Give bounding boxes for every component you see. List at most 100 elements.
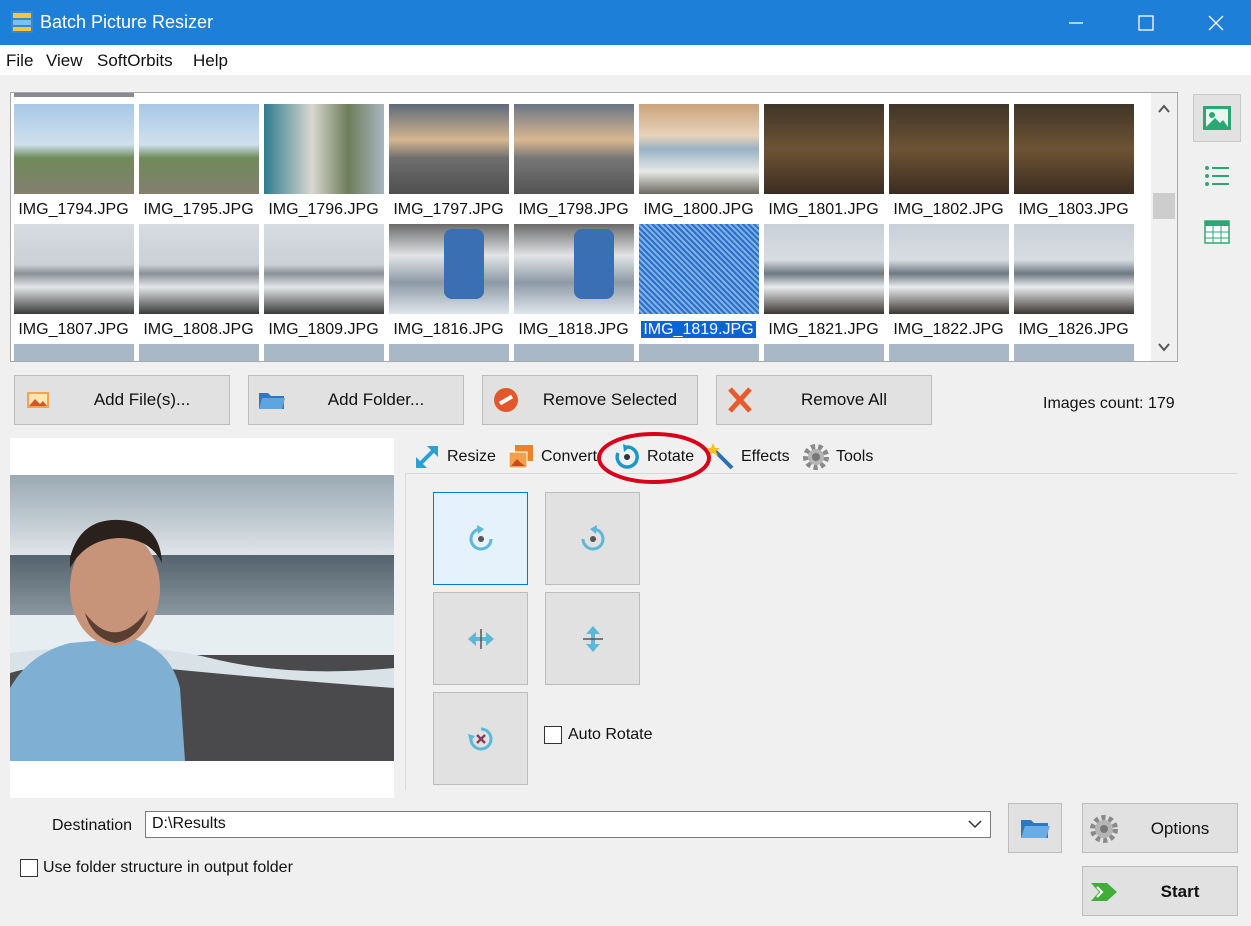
convert-icon xyxy=(508,445,533,469)
thumbnail-image[interactable] xyxy=(889,224,1009,314)
thumbnail-image[interactable] xyxy=(1014,344,1134,361)
tab-tools[interactable]: Tools xyxy=(802,440,873,474)
thumbnail-image[interactable] xyxy=(764,344,884,361)
thumbnail-image[interactable] xyxy=(14,344,134,361)
minimize-icon xyxy=(1069,21,1083,24)
menu-softorbits[interactable]: SoftOrbits xyxy=(97,51,173,71)
browse-folder-button[interactable] xyxy=(1008,803,1062,853)
menu-bar: File View SoftOrbits Help xyxy=(0,45,1251,75)
maximize-button[interactable] xyxy=(1111,0,1181,45)
thumbnail-label[interactable]: IMG_1808.JPG xyxy=(136,321,261,339)
images-count: Images count: 179 xyxy=(1043,395,1175,412)
add-folder-button[interactable]: Add Folder... xyxy=(248,375,464,425)
thumbnail-label[interactable]: IMG_1794.JPG xyxy=(11,201,136,219)
thumbnail-image[interactable] xyxy=(264,224,384,314)
flip-vertical-button[interactable] xyxy=(545,592,640,685)
menu-view[interactable]: View xyxy=(46,51,83,71)
start-button[interactable]: Start xyxy=(1082,866,1238,916)
thumbnail-image[interactable] xyxy=(764,104,884,194)
thumbnail-scrollbar[interactable] xyxy=(1151,93,1177,361)
thumbnail-image[interactable] xyxy=(139,104,259,194)
folder-icon xyxy=(259,393,285,409)
table-view-button[interactable] xyxy=(1193,208,1241,256)
flip-horizontal-icon xyxy=(467,628,494,649)
flip-horizontal-button[interactable] xyxy=(433,592,528,685)
tab-convert[interactable]: Convert xyxy=(507,440,597,474)
thumbnail-image[interactable] xyxy=(514,104,634,194)
destination-field[interactable]: D:\Results xyxy=(145,811,991,838)
rotate-reset-icon xyxy=(467,727,492,750)
thumbnail-image[interactable] xyxy=(389,344,509,361)
thumbnail-label-selected[interactable]: IMG_1819.JPG xyxy=(636,320,761,339)
options-button[interactable]: Options xyxy=(1082,803,1238,853)
thumbnail-label[interactable]: IMG_1807.JPG xyxy=(11,321,136,339)
thumbnail-label[interactable]: IMG_1797.JPG xyxy=(386,201,511,219)
rotate-right-button[interactable] xyxy=(545,492,640,585)
tab-resize[interactable]: Resize xyxy=(413,440,496,474)
thumbnail-label[interactable]: IMG_1809.JPG xyxy=(261,321,386,339)
scroll-up-icon[interactable] xyxy=(1156,101,1172,117)
thumbnail-label[interactable]: IMG_1802.JPG xyxy=(886,201,1011,219)
thumbnail-image[interactable] xyxy=(1014,224,1134,314)
thumbnail-view-icon xyxy=(1203,106,1231,130)
rotate-left-icon xyxy=(469,524,492,550)
thumbnail-image[interactable] xyxy=(514,344,634,361)
thumbnail-image[interactable] xyxy=(264,344,384,361)
thumbnail-image[interactable] xyxy=(264,104,384,194)
window-title: Batch Picture Resizer xyxy=(40,12,214,32)
close-button[interactable] xyxy=(1181,0,1251,45)
thumbnail-image[interactable] xyxy=(639,344,759,361)
thumbnail-image[interactable] xyxy=(639,104,759,194)
thumbnail-label[interactable]: IMG_1816.JPG xyxy=(386,321,511,339)
thumbnail-image[interactable] xyxy=(514,224,634,314)
thumbnail-label[interactable]: IMG_1796.JPG xyxy=(261,201,386,219)
app-icon xyxy=(11,11,33,33)
rotate-right-icon xyxy=(581,524,604,550)
open-folder-icon xyxy=(1021,820,1050,838)
add-files-button[interactable]: Add File(s)... xyxy=(14,375,230,425)
thumbnail-image[interactable] xyxy=(1014,104,1134,194)
thumbnail-label[interactable]: IMG_1795.JPG xyxy=(136,201,261,219)
thumbnail-label[interactable]: IMG_1801.JPG xyxy=(761,201,886,219)
thumbnail-view-button[interactable] xyxy=(1193,94,1241,142)
thumbnail-image-selected[interactable] xyxy=(639,224,759,314)
thumbnail-image[interactable] xyxy=(389,224,509,314)
menu-file[interactable]: File xyxy=(6,51,33,71)
minimize-button[interactable] xyxy=(1041,0,1111,45)
tab-effects[interactable]: Effects xyxy=(707,440,790,474)
rotate-reset-button[interactable] xyxy=(433,692,528,785)
thumbnail-image[interactable] xyxy=(14,93,134,97)
thumbnail-image[interactable] xyxy=(389,104,509,194)
thumbnail-label[interactable]: IMG_1818.JPG xyxy=(511,321,636,339)
thumbnail-image[interactable] xyxy=(14,104,134,194)
preview-photo xyxy=(10,475,394,761)
thumbnail-image[interactable] xyxy=(139,344,259,361)
thumbnail-label[interactable]: IMG_1803.JPG xyxy=(1011,201,1136,219)
rotate-tab-panel: Auto Rotate xyxy=(405,474,1238,790)
table-view-icon xyxy=(1204,220,1230,244)
scroll-down-icon[interactable] xyxy=(1156,339,1172,355)
destination-label: Destination xyxy=(52,817,133,834)
folder-structure-checkbox[interactable] xyxy=(20,859,38,877)
thumbnail-image[interactable] xyxy=(889,104,1009,194)
thumbnail-image[interactable] xyxy=(139,224,259,314)
remove-all-button[interactable]: Remove All xyxy=(716,375,932,425)
menu-help[interactable]: Help xyxy=(193,51,228,71)
thumbnail-image[interactable] xyxy=(889,344,1009,361)
scrollbar-thumb[interactable] xyxy=(1153,193,1175,219)
rotate-left-button[interactable] xyxy=(433,492,528,585)
title-bar: Batch Picture Resizer xyxy=(0,0,1251,45)
chevron-down-icon[interactable] xyxy=(968,819,982,829)
thumbnail-label[interactable]: IMG_1826.JPG xyxy=(1011,321,1136,339)
thumbnail-label[interactable]: IMG_1800.JPG xyxy=(636,201,761,219)
auto-rotate-checkbox[interactable] xyxy=(544,726,562,744)
thumbnail-grid[interactable]: IMG_1794.JPG IMG_1795.JPG IMG_1796.JPG I… xyxy=(10,92,1178,362)
thumbnail-label[interactable]: IMG_1822.JPG xyxy=(886,321,1011,339)
list-view-button[interactable] xyxy=(1193,152,1241,200)
thumbnail-image[interactable] xyxy=(764,224,884,314)
thumbnail-label[interactable]: IMG_1798.JPG xyxy=(511,201,636,219)
remove-selected-button[interactable]: Remove Selected xyxy=(482,375,698,425)
maximize-icon xyxy=(1138,14,1154,31)
thumbnail-image[interactable] xyxy=(14,224,134,314)
thumbnail-label[interactable]: IMG_1821.JPG xyxy=(761,321,886,339)
